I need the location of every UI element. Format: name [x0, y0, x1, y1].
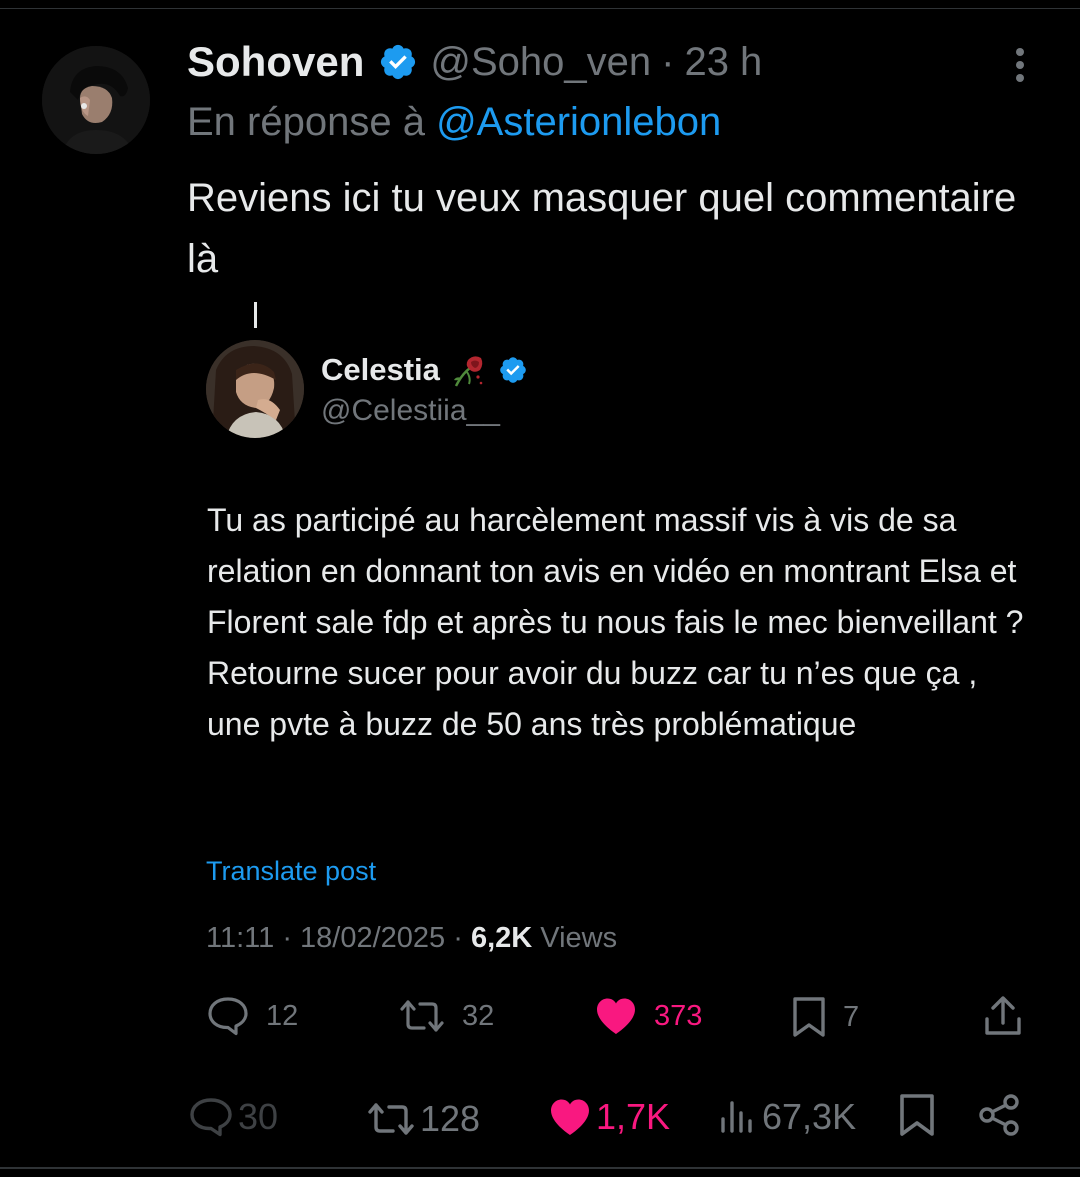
views-button[interactable]: 67,3K — [718, 1096, 856, 1138]
bottom-divider — [0, 1167, 1080, 1169]
views-count: 67,3K — [762, 1096, 857, 1137]
reply-icon — [208, 997, 248, 1036]
post-time[interactable]: 23 h — [684, 40, 762, 85]
more-dot-icon — [1016, 61, 1024, 69]
reply-button[interactable]: 30 — [188, 1096, 278, 1138]
repost-count: 128 — [420, 1098, 481, 1139]
repost-button[interactable]: 128 — [366, 1098, 480, 1140]
more-dot-icon — [1016, 74, 1024, 82]
quoted-like-count: 373 — [654, 999, 703, 1032]
quoted-post-meta: 11:11 · 18/02/2025 · 6,2K Views — [206, 922, 617, 955]
repost-icon — [400, 1000, 444, 1032]
quoted-bookmark-button[interactable]: 7 — [791, 996, 859, 1038]
verified-badge-icon — [381, 44, 416, 80]
quoted-reply-count: 12 — [266, 999, 299, 1032]
wilted-rose-icon — [453, 356, 483, 387]
quoted-views-count: 6,2K — [470, 922, 533, 954]
quoted-repost-button[interactable]: 32 — [398, 997, 494, 1035]
reply-context: En réponse à @Asterionlebon — [187, 100, 721, 145]
like-count: 1,7K — [596, 1096, 671, 1137]
tweet-text: Reviens ici tu veux masquer quel comment… — [187, 176, 1017, 281]
quoted-header: Celestia — [321, 350, 528, 390]
share-button[interactable] — [978, 1093, 1022, 1137]
tweet-header: Sohoven @Soho_ven · 23 h — [187, 36, 762, 88]
quoted-reply-button[interactable]: 12 — [206, 995, 298, 1037]
repost-icon — [368, 1103, 414, 1135]
more-dot-icon — [1016, 48, 1024, 56]
like-button[interactable]: 1,7K — [548, 1096, 670, 1138]
heart-filled-icon — [597, 998, 635, 1034]
analytics-bars-icon — [721, 1101, 752, 1133]
quoted-post-text: Tu as participé au harcèlement massif vi… — [207, 502, 1024, 742]
quoted-author-handle[interactable]: @Celestiia__ — [321, 394, 500, 428]
heart-filled-icon — [551, 1099, 589, 1135]
reply-count: 30 — [238, 1096, 279, 1137]
more-options-button[interactable] — [1004, 44, 1036, 84]
verified-badge-icon — [500, 357, 526, 383]
share-icon — [985, 996, 1021, 1035]
quoted-timestamp[interactable]: 11:11 · 18/02/2025 · — [206, 922, 463, 954]
author-handle[interactable]: @Soho_ven — [430, 40, 651, 85]
bookmark-icon — [900, 1094, 934, 1136]
bookmark-button[interactable] — [898, 1093, 936, 1137]
translate-post-link[interactable]: Translate post — [206, 856, 376, 887]
reply-icon — [190, 1098, 232, 1137]
top-divider — [0, 8, 1080, 9]
author-avatar[interactable] — [42, 46, 150, 154]
reply-handle-link[interactable]: @Asterionlebon — [436, 100, 721, 144]
quoted-repost-count: 32 — [462, 999, 495, 1032]
quoted-author-name[interactable]: Celestia — [321, 352, 440, 388]
quoted-author-avatar[interactable] — [206, 340, 304, 438]
quoted-share-button[interactable] — [983, 995, 1023, 1037]
share-network-icon — [979, 1094, 1019, 1136]
quoted-like-button[interactable]: 373 — [594, 996, 702, 1036]
reply-prefix: En réponse à — [187, 100, 425, 144]
quoted-bookmark-count: 7 — [843, 1000, 860, 1033]
bookmark-icon — [793, 997, 825, 1037]
quoted-views-label: Views — [540, 922, 618, 954]
thread-connector — [254, 302, 257, 328]
header-separator: · — [661, 39, 675, 84]
author-name[interactable]: Sohoven — [187, 38, 364, 86]
